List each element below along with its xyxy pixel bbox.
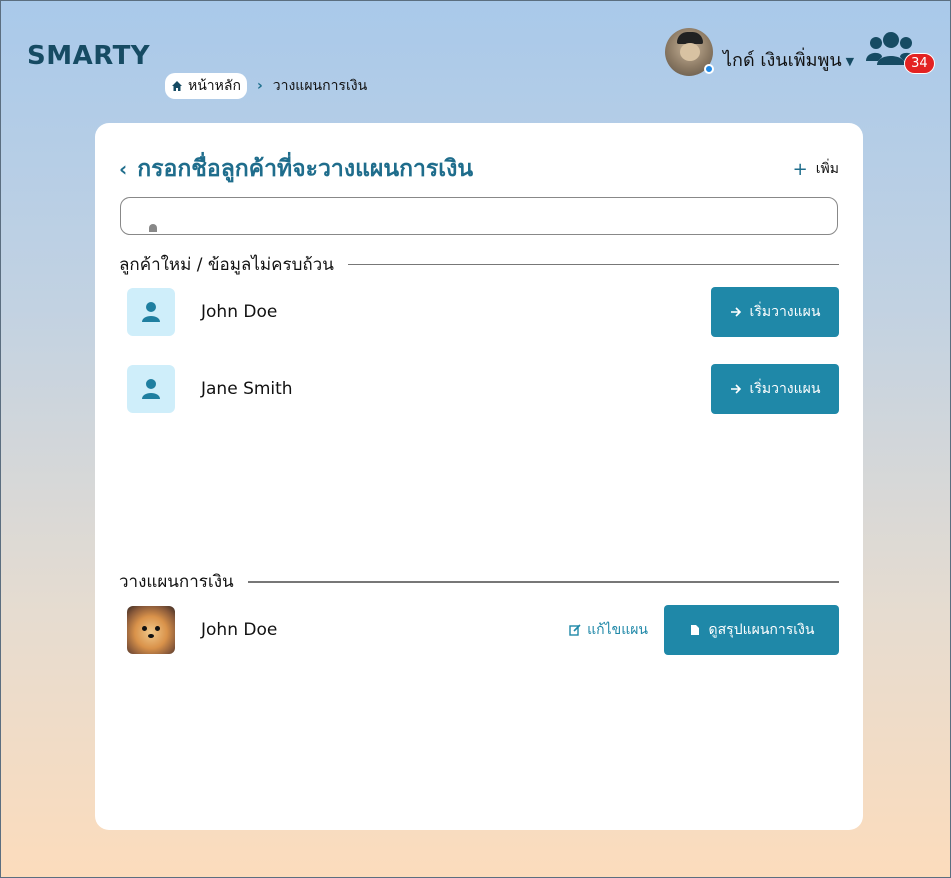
breadcrumb: หน้าหลัก › วางแผนการเงิน — [165, 73, 367, 99]
add-customer-button[interactable]: + เพิ่ม — [793, 158, 839, 180]
caret-down-icon[interactable]: ▼ — [846, 55, 854, 68]
add-label: เพิ่ม — [815, 161, 839, 177]
customer-photo — [127, 606, 175, 654]
home-icon — [172, 81, 182, 91]
arrow-right-icon — [730, 384, 741, 394]
user-icon — [149, 224, 157, 232]
breadcrumb-current: วางแผนการเงิน — [272, 78, 368, 94]
start-plan-label: เริ่มวางแผน — [749, 381, 821, 397]
view-summary-button[interactable]: ดูสรุปแผนการเงิน — [664, 605, 839, 655]
card-title-row: ‹ กรอกชื่อลูกค้าที่จะวางแผนการเงิน — [119, 151, 473, 187]
customer-name: Jane Smith — [201, 379, 293, 399]
customer-name: John Doe — [201, 302, 278, 322]
user-menu: ไกด์ เงินเพิ่มพูน ▼ 34 — [665, 28, 935, 76]
customer-name: John Doe — [201, 620, 278, 640]
breadcrumb-home[interactable]: หน้าหลัก — [165, 73, 247, 99]
list-item: John Doe แก้ไขแผน ดูสรุปแผนการเงิน — [127, 605, 839, 655]
divider — [347, 264, 839, 265]
planning-card: ‹ กรอกชื่อลูกค้าที่จะวางแผนการเงิน + เพิ… — [95, 123, 863, 830]
view-summary-label: ดูสรุปแผนการเงิน — [708, 622, 815, 638]
plus-icon: + — [792, 158, 808, 180]
start-plan-label: เริ่มวางแผน — [749, 304, 821, 320]
online-status-dot — [704, 64, 714, 74]
user-avatar[interactable] — [665, 28, 714, 76]
breadcrumb-home-label: หน้าหลัก — [188, 78, 241, 94]
customer-search-input[interactable] — [120, 197, 838, 235]
card-title: กรอกชื่อลูกค้าที่จะวางแผนการเงิน — [137, 156, 474, 182]
user-name[interactable]: ไกด์ เงินเพิ่มพูน — [723, 45, 842, 74]
card-header: ‹ กรอกชื่อลูกค้าที่จะวางแผนการเงิน + เพิ… — [119, 151, 839, 187]
customers-group-button[interactable]: 34 — [866, 29, 935, 75]
section-new-customers: ลูกค้าใหม่ / ข้อมูลไม่ครบถ้วน — [119, 251, 839, 278]
document-icon — [690, 625, 699, 635]
user-icon — [142, 379, 160, 399]
list-item: Jane Smith เริ่มวางแผน — [127, 364, 839, 414]
user-icon — [142, 302, 160, 322]
customer-avatar — [127, 365, 175, 413]
arrow-right-icon — [730, 307, 741, 317]
customer-avatar — [127, 288, 175, 336]
start-plan-button[interactable]: เริ่มวางแผน — [711, 287, 839, 337]
chevron-right-icon: › — [256, 78, 263, 94]
edit-icon — [569, 624, 581, 636]
edit-plan-label: แก้ไขแผน — [587, 622, 648, 638]
section-title: ลูกค้าใหม่ / ข้อมูลไม่ครบถ้วน — [119, 255, 334, 275]
app-logo[interactable]: SMARTY — [27, 41, 150, 71]
section-planned: วางแผนการเงิน — [119, 568, 839, 595]
divider — [247, 580, 839, 583]
notification-badge: 34 — [904, 53, 935, 74]
list-item: John Doe เริ่มวางแผน — [127, 287, 839, 337]
edit-plan-link[interactable]: แก้ไขแผน — [569, 619, 648, 641]
start-plan-button[interactable]: เริ่มวางแผน — [711, 364, 839, 414]
section-title: วางแผนการเงิน — [119, 572, 234, 592]
chevron-left-icon[interactable]: ‹ — [119, 157, 127, 181]
